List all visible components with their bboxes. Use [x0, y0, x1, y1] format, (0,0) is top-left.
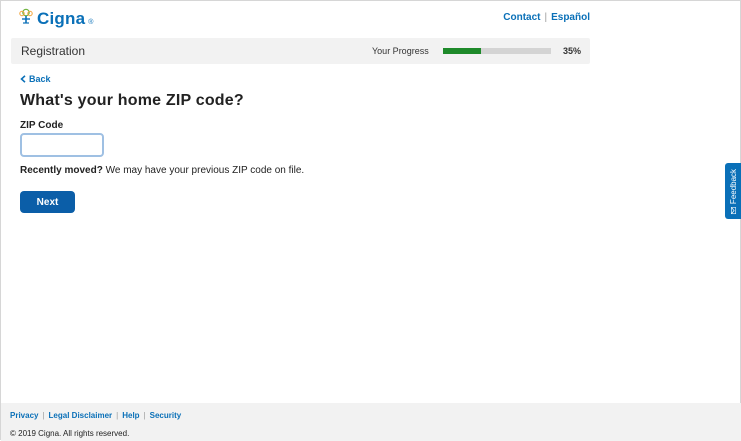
contact-link[interactable]: Contact — [503, 12, 540, 23]
espanol-link[interactable]: Español — [551, 12, 590, 23]
chevron-left-icon — [20, 75, 26, 83]
progress-track — [443, 48, 551, 54]
progress-label: Your Progress — [372, 46, 429, 56]
site-header: Cigna ® Contact | Español — [1, 1, 741, 35]
envelope-icon — [729, 206, 738, 214]
feedback-tab[interactable]: Feedback — [725, 163, 741, 219]
progress-percent: 35% — [563, 46, 582, 56]
legal-disclaimer-link[interactable]: Legal Disclaimer — [49, 411, 113, 420]
link-separator: | — [42, 411, 45, 420]
feedback-tab-content: Feedback — [729, 168, 739, 214]
link-separator: | — [544, 12, 548, 23]
registration-title: Registration — [21, 44, 86, 58]
header-links: Contact | Español — [503, 12, 590, 23]
next-button[interactable]: Next — [20, 191, 75, 213]
link-separator: | — [143, 411, 146, 420]
footer-links: Privacy | Legal Disclaimer | Help | Security — [10, 411, 181, 420]
security-link[interactable]: Security — [150, 411, 182, 420]
back-label: Back — [29, 74, 51, 84]
site-footer: Privacy | Legal Disclaimer | Help | Security ©… — [1, 403, 741, 441]
cigna-logo[interactable]: Cigna ® — [18, 8, 93, 29]
link-separator: | — [116, 411, 119, 420]
feedback-label: Feedback — [729, 168, 739, 204]
copyright-text: © 2019 Cigna. All rights reserved. — [10, 429, 130, 438]
page-title: What's your home ZIP code? — [20, 92, 244, 109]
tree-person-icon — [18, 8, 34, 29]
progress-fill — [443, 48, 481, 54]
brand-name: Cigna — [37, 8, 86, 28]
back-link[interactable]: Back — [20, 74, 51, 84]
zip-code-label: ZIP Code — [20, 120, 64, 131]
registration-progress-bar: Registration Your Progress 35% — [11, 38, 590, 64]
zip-code-input[interactable] — [20, 133, 104, 157]
recently-moved-text: We may have your previous ZIP code on fi… — [102, 165, 305, 176]
registered-mark: ® — [88, 19, 94, 26]
recently-moved-bold: Recently moved? — [20, 165, 103, 176]
privacy-link[interactable]: Privacy — [10, 411, 38, 420]
recently-moved-note: Recently moved? We may have your previou… — [20, 165, 304, 176]
help-link[interactable]: Help — [122, 411, 139, 420]
